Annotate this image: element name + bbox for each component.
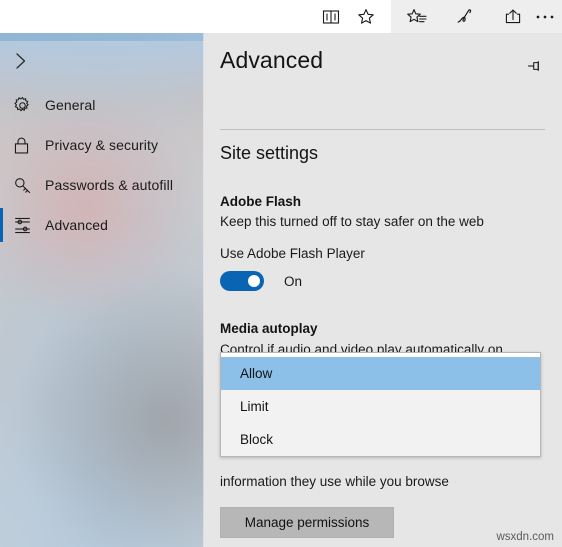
sidebar-item-general[interactable]: General [0, 85, 204, 125]
dropdown-option-block[interactable]: Block [221, 423, 540, 456]
media-autoplay-heading: Media autoplay [220, 321, 318, 336]
section-title-site-settings: Site settings [220, 143, 319, 163]
sidebar-top-accent-strip [0, 33, 204, 41]
lock-icon [13, 133, 39, 157]
sidebar-item-label: Privacy & security [45, 137, 159, 153]
key-icon [13, 173, 39, 197]
reading-view-icon[interactable] [314, 0, 347, 33]
web-notes-pen-icon[interactable] [448, 0, 481, 33]
toolbar-tab-area [0, 0, 358, 33]
adobe-flash-heading: Adobe Flash [220, 194, 302, 209]
toggle-knob [248, 275, 260, 287]
flash-toggle-label: Use Adobe Flash Player [220, 246, 365, 261]
header-divider [220, 129, 545, 130]
cookies-description-text: information they use while you browse [220, 474, 449, 489]
media-autoplay-dropdown-list[interactable]: Allow Limit Block [220, 352, 541, 457]
browser-toolbar [0, 0, 562, 33]
share-icon[interactable] [496, 0, 529, 33]
pin-icon[interactable] [524, 55, 546, 77]
chevron-right-icon [16, 53, 26, 69]
flash-toggle-row: On [220, 271, 302, 291]
favorite-star-icon[interactable] [349, 0, 382, 33]
dropdown-option-allow[interactable]: Allow [221, 357, 540, 390]
sidebar-item-passwords-autofill[interactable]: Passwords & autofill [0, 165, 204, 205]
toggle-state-label: On [284, 273, 303, 289]
more-ellipsis-icon[interactable] [528, 0, 561, 33]
page-title: Advanced [220, 47, 324, 73]
settings-content: Advanced Site settings Adobe Flash Keep … [204, 33, 562, 547]
sidebar-item-label: Passwords & autofill [45, 177, 174, 193]
sidebar-item-label: General [45, 97, 96, 113]
gear-icon [13, 93, 39, 117]
dropdown-option-limit[interactable]: Limit [221, 390, 540, 423]
settings-nav-list: General Privacy & security Passwords & a… [0, 85, 204, 245]
sidebar-item-advanced[interactable]: Advanced [0, 205, 204, 245]
use-adobe-flash-player-toggle[interactable] [220, 271, 264, 291]
sidebar-item-label: Advanced [45, 217, 109, 233]
hub-favorites-icon[interactable] [400, 0, 433, 33]
watermark: wsxdn.com [496, 531, 554, 543]
sidebar-item-privacy-security[interactable]: Privacy & security [0, 125, 204, 165]
settings-pane: General Privacy & security Passwords & a… [0, 33, 562, 547]
settings-sidebar: General Privacy & security Passwords & a… [0, 33, 204, 547]
sidebar-back-button[interactable] [0, 42, 204, 80]
sliders-icon [13, 213, 39, 237]
manage-permissions-button[interactable]: Manage permissions [220, 507, 394, 538]
adobe-flash-description: Keep this turned off to stay safer on th… [220, 214, 484, 229]
